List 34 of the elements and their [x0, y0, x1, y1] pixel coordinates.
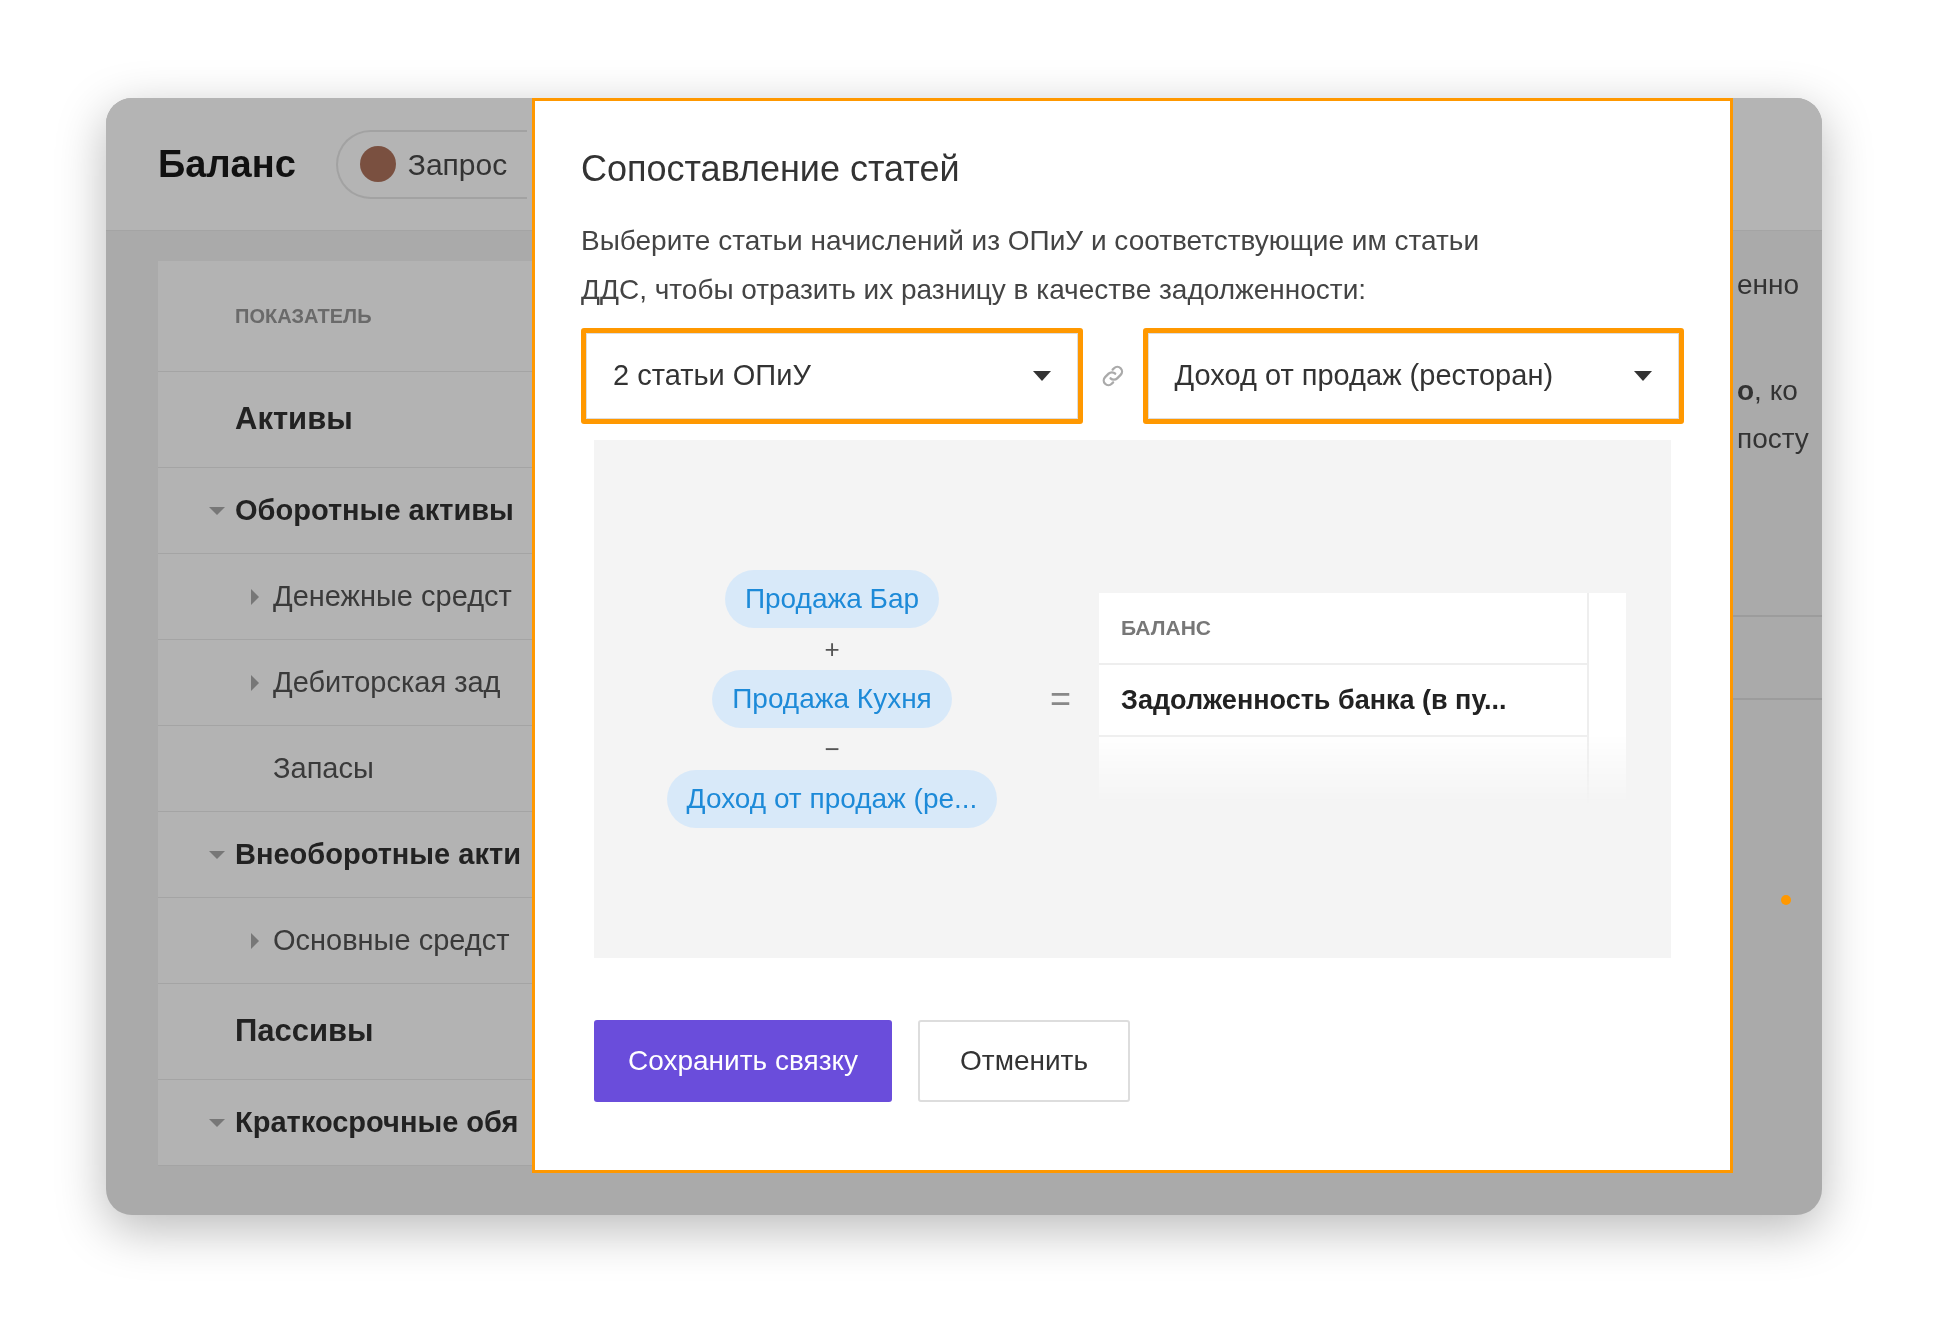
select-field[interactable]: 2 статьи ОПиУ: [586, 333, 1078, 420]
select-field[interactable]: Доход от продаж (ресторан): [1147, 333, 1679, 420]
row-label: Краткосрочные обя: [235, 1104, 519, 1140]
cancel-button[interactable]: Отменить: [918, 1020, 1130, 1103]
dropdown-caret-icon: [1032, 371, 1051, 382]
text-fragment: о, ко: [1736, 374, 1799, 408]
operator-sign: −: [824, 733, 840, 767]
row-label: Дебиторская зад: [273, 664, 501, 700]
dialog-description: Выберите статьи начислений из ОПиУ и соответствующие им статьи ДДС, чтобы отразить их разницу в качестве задолженности:: [581, 224, 1481, 308]
request-pill[interactable]: Запрос: [335, 129, 528, 199]
request-pill-label: Запрос: [407, 146, 508, 183]
text-fragment: енно: [1736, 268, 1801, 302]
item-chip: Продажа Кухня: [712, 670, 952, 729]
row-label: Оборотные активы: [235, 492, 514, 528]
page-title: Баланс: [158, 141, 296, 187]
row-label: Внеоборотные акти: [235, 836, 521, 872]
section-label: Активы: [235, 400, 353, 439]
save-button[interactable]: Сохранить связку: [594, 1020, 893, 1103]
item-chip: Продажа Бар: [724, 570, 940, 629]
equals-sign: =: [1050, 677, 1072, 722]
column-header: ПОКАЗАТЕЛЬ: [235, 304, 372, 329]
row-label: Основные средст: [273, 922, 510, 958]
row-label: Запасы: [273, 750, 374, 786]
row-label: Денежные средст: [273, 578, 512, 614]
text-fragment: посту: [1736, 422, 1810, 456]
dialog-title: Сопоставление статей: [581, 147, 961, 191]
table-cell: Задолженность банка (в пу...: [1099, 665, 1588, 738]
dropdown-caret-icon: [1634, 371, 1652, 382]
section-label: Пассивы: [235, 1012, 374, 1051]
table-header: БАЛАНС: [1099, 593, 1588, 666]
item-chip: Доход от продаж (ре...: [666, 770, 998, 829]
status-dot: [1781, 895, 1791, 905]
operator-sign: +: [824, 633, 840, 667]
avatar-circle: [359, 146, 396, 182]
